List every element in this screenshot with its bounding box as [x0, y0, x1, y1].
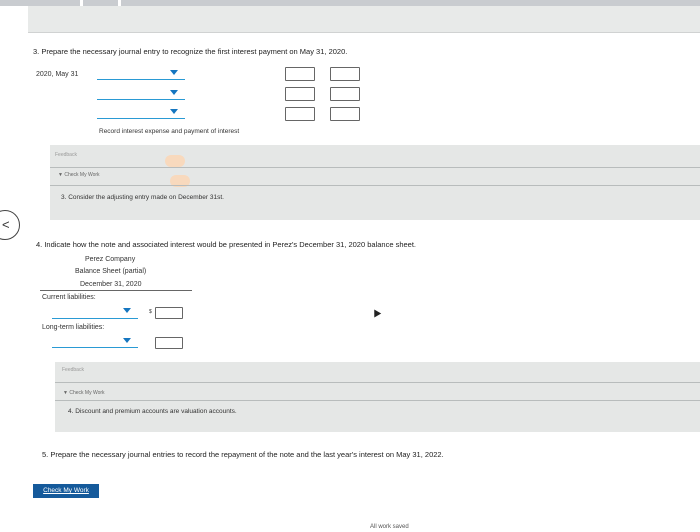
journal-date: 2020, May 31	[36, 71, 79, 78]
back-arrow-button[interactable]: <	[0, 210, 20, 240]
long-term-liability-dropdown[interactable]	[52, 347, 138, 348]
chevron-left-icon: <	[2, 217, 10, 232]
feedback-panel-4: Feedback ▼ Check My Work 4. Discount and…	[55, 362, 700, 432]
debit-input-2[interactable]	[285, 87, 315, 101]
check-my-work-text: Check My Work	[64, 172, 100, 178]
mouse-cursor-icon	[370, 307, 382, 318]
divider	[55, 382, 700, 383]
divider	[50, 167, 700, 168]
hint-text: 4. Discount and premium accounts are val…	[68, 408, 237, 415]
statement-title: Balance Sheet (partial)	[75, 268, 147, 275]
check-my-work-label[interactable]: ▼ Check My Work	[63, 390, 105, 396]
long-term-liability-amount[interactable]	[155, 337, 183, 349]
dropdown-caret-icon[interactable]	[170, 70, 178, 75]
current-liability-dropdown[interactable]	[52, 318, 138, 319]
feedback-panel-3: Feedback ▼ Check My Work 3. Consider the…	[50, 145, 700, 220]
question-5-text: 5. Prepare the necessary journal entries…	[42, 450, 444, 459]
divider	[55, 400, 700, 401]
long-term-liabilities-label: Long-term liabilities:	[42, 324, 105, 331]
dropdown-caret-icon[interactable]	[123, 308, 131, 313]
dropdown-caret-icon[interactable]	[170, 90, 178, 95]
previous-feedback-panel	[28, 6, 700, 33]
highlight-blob	[165, 155, 185, 167]
account-dropdown-3[interactable]	[97, 118, 185, 119]
check-my-work-label[interactable]: ▼ Check My Work	[58, 172, 100, 178]
save-status: All work saved	[370, 524, 409, 530]
check-my-work-button[interactable]: Check My Work	[33, 484, 99, 498]
dropdown-caret-icon[interactable]	[170, 109, 178, 114]
credit-input-2[interactable]	[330, 87, 360, 101]
account-dropdown-2[interactable]	[97, 99, 185, 100]
current-liabilities-label: Current liabilities:	[42, 294, 96, 301]
divider	[50, 185, 700, 186]
account-dropdown-1[interactable]	[97, 79, 185, 80]
journal-memo: Record interest expense and payment of i…	[99, 128, 240, 135]
check-my-work-text: Check My Work	[69, 390, 105, 396]
debit-input-3[interactable]	[285, 107, 315, 121]
debit-input-1[interactable]	[285, 67, 315, 81]
question-4-text: 4. Indicate how the note and associated …	[36, 240, 417, 249]
credit-input-1[interactable]	[330, 67, 360, 81]
question-3-text: 3. Prepare the necessary journal entry t…	[33, 47, 348, 56]
statement-date: December 31, 2020	[80, 281, 142, 288]
dropdown-caret-icon[interactable]	[123, 338, 131, 343]
dollar-sign: $	[149, 309, 152, 315]
hint-text: 3. Consider the adjusting entry made on …	[61, 194, 224, 201]
feedback-label: Feedback	[62, 367, 84, 373]
company-name: Perez Company	[85, 256, 136, 263]
header-rule	[40, 290, 192, 291]
feedback-label: Feedback	[55, 152, 77, 158]
current-liability-amount[interactable]	[155, 307, 183, 319]
credit-input-3[interactable]	[330, 107, 360, 121]
